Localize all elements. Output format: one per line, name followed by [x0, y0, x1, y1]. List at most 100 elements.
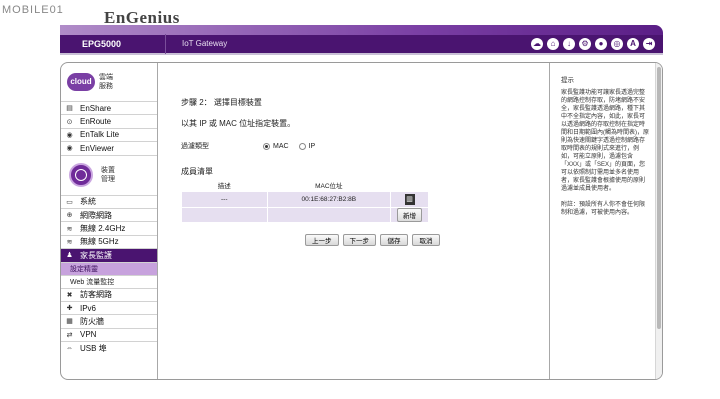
device-management-label: 裝置管理 — [101, 167, 115, 184]
column-header-action — [390, 177, 429, 192]
content-panel: 步驟 2： 選擇目標裝置 以其 IP 或 MAC 位址指定裝置。 過濾類型 MA… — [159, 63, 549, 379]
document-icon: ▤ — [66, 105, 73, 113]
ipv6-icon: ✚ — [66, 305, 73, 313]
sidebar-item-wireless-5[interactable]: ≋ 無線 5GHz — [61, 234, 157, 248]
step-title: 步驟 2： 選擇目標裝置 — [181, 98, 262, 107]
sidebar-item-guest-network[interactable]: ✖ 訪客網路 — [61, 287, 157, 301]
next-button[interactable]: 下一步 — [342, 234, 376, 246]
sidebar-item-system[interactable]: ▭ 系統 — [61, 194, 157, 208]
talk-icon: ◉ — [66, 131, 73, 139]
main-frame: cloud 雲端服務 ▤ EnShare ⊙ EnRoute ◉ EnTalk Lit… — [60, 62, 663, 380]
sidebar-item-usb[interactable]: ⇔ USB 埠 — [61, 341, 157, 354]
mac-radio-label: MAC — [273, 142, 289, 150]
sidebar-item-label: 防火牆 — [80, 316, 104, 326]
sidebar-item-enshare[interactable]: ▤ EnShare — [61, 101, 157, 114]
product-name: IoT Gateway — [165, 34, 531, 54]
help-body: 家長監護功能可讓家長透過完整的網路控制存取，防堵網路不安全，家長監護透過網路，種… — [561, 90, 649, 192]
sidebar-item-label: USB 埠 — [80, 343, 107, 353]
sidebar-item-ipv6[interactable]: ✚ IPv6 — [61, 300, 157, 314]
vpn-icon: ⇄ — [66, 331, 73, 339]
model-name: EPG5000 — [82, 39, 122, 49]
family-icon: ♟ — [66, 252, 73, 260]
help-title: 提示 — [561, 77, 574, 84]
globe-icon: ⊕ — [66, 212, 73, 220]
sidebar-item-label: EnViewer — [80, 143, 115, 153]
camera-icon: ◉ — [66, 145, 73, 153]
add-cell: 新增 — [390, 207, 429, 223]
table-row-new: 新增 — [181, 207, 429, 223]
filter-ip-option[interactable]: IP — [298, 142, 316, 150]
help-note: 附註：預設所有人你不會任何限制和過濾，可被使用內容。 — [561, 202, 646, 216]
user-icon[interactable]: ● — [595, 38, 607, 50]
monitor-icon: ▭ — [66, 198, 73, 206]
sidebar-item-firewall[interactable]: ▦ 防火牆 — [61, 314, 157, 327]
wifi-icon: ≋ — [66, 238, 73, 246]
sidebar-item-label: 無線 5GHz — [80, 237, 119, 247]
wifi-icon: ≋ — [66, 225, 73, 233]
step-subtitle: 以其 IP 或 MAC 位址指定裝置。 — [181, 119, 296, 128]
filter-mac-option[interactable]: MAC — [263, 142, 289, 150]
home-icon[interactable]: ⌂ — [547, 38, 559, 50]
logout-icon[interactable]: ⇥ — [643, 38, 655, 50]
device-management-group: 裝置管理 — [61, 154, 157, 195]
table-row: --- 00:1E:68:27:B2:8B ▥ — [181, 191, 429, 208]
sidebar-item-enroute[interactable]: ⊙ EnRoute — [61, 114, 157, 127]
top-navbar: EPG5000 IoT Gateway ☁ ⌂ ↓ ⚙ ● ◎ A ⇥ — [60, 34, 663, 55]
scrollbar-thumb[interactable] — [657, 67, 661, 329]
sidebar-item-label: EnRoute — [80, 117, 112, 127]
add-button[interactable]: 新增 — [397, 208, 423, 222]
sidebar-item-label: EnShare — [80, 103, 112, 113]
members-list-title: 成員清單 — [181, 167, 213, 176]
save-button[interactable]: 儲存 — [380, 234, 408, 246]
row-description: --- — [181, 191, 268, 208]
sidebar-item-entalk-lite[interactable]: ◉ EnTalk Lite — [61, 127, 157, 141]
sidebar-item-label: 訪客網路 — [80, 290, 112, 300]
new-description-cell[interactable] — [181, 207, 268, 223]
column-header-description: 描述 — [181, 177, 268, 192]
sidebar-subitem-web-traffic[interactable]: Web 流量監控 — [61, 274, 157, 288]
sidebar-item-label: 家長監護 — [80, 250, 112, 260]
cloud-download-icon[interactable]: ☁ — [531, 38, 543, 50]
download-icon[interactable]: ↓ — [563, 38, 575, 50]
members-table: 描述 MAC位址 --- 00:1E:68:27:B2:8B ▥ 新增 — [181, 177, 429, 223]
tools-icon: ✖ — [66, 291, 73, 299]
sidebar-item-label: 無線 2.4GHz — [80, 224, 126, 234]
sidebar-item-label: 系統 — [80, 197, 96, 207]
filter-type-row: 過濾類型 MAC IP — [181, 141, 325, 151]
globe-icon[interactable]: ◎ — [611, 38, 623, 50]
sidebar: cloud 雲端服務 ▤ EnShare ⊙ EnRoute ◉ EnTalk Lit… — [61, 63, 158, 379]
cloud-services-label: 雲端服務 — [99, 74, 113, 90]
sidebar-item-label: 網際網路 — [80, 210, 112, 220]
cloud-logo: cloud — [67, 73, 95, 91]
column-header-mac: MAC位址 — [266, 177, 392, 192]
ip-radio[interactable] — [298, 142, 306, 150]
trash-icon[interactable]: ▥ — [404, 194, 415, 205]
watermark: MOBILE01 — [2, 4, 64, 16]
sidebar-item-label: IPv6 — [80, 303, 97, 313]
sidebar-item-wireless-24[interactable]: ≋ 無線 2.4GHz — [61, 221, 157, 234]
sidebar-item-enviewer[interactable]: ◉ EnViewer — [61, 141, 157, 154]
ip-radio-label: IP — [308, 142, 316, 150]
cancel-button[interactable]: 取消 — [412, 234, 440, 246]
filter-type-label: 過濾類型 — [181, 143, 209, 150]
sidebar-item-internet[interactable]: ⊕ 網際網路 — [61, 207, 157, 221]
sidebar-item-label: VPN — [80, 330, 97, 340]
gear-icon[interactable]: ⚙ — [579, 38, 591, 50]
sidebar-subitem-setup-wizard[interactable]: 設定精靈 — [61, 261, 157, 275]
scrollbar[interactable] — [655, 63, 662, 379]
sidebar-item-label: EnTalk Lite — [80, 130, 120, 140]
prev-button[interactable]: 上一步 — [305, 234, 339, 246]
cloud-services-group: cloud 雲端服務 — [61, 63, 157, 101]
help-panel: 提示 家長監護功能可讓家長透過完整的網路控制存取，防堵網路不安全，家長監護透過網… — [549, 63, 655, 379]
firewall-icon: ▦ — [66, 318, 73, 326]
row-action: ▥ — [390, 191, 429, 208]
mac-radio[interactable] — [263, 142, 270, 150]
usb-icon: ⇔ — [66, 344, 73, 352]
sidebar-item-parental-control[interactable]: ♟ 家長監護 — [61, 248, 157, 262]
toolbar-icons: ☁ ⌂ ↓ ⚙ ● ◎ A ⇥ — [531, 38, 663, 50]
account-icon[interactable]: A — [627, 38, 639, 50]
location-icon: ⊙ — [66, 118, 73, 126]
row-mac: 00:1E:68:27:B2:8B — [266, 191, 392, 208]
new-mac-cell[interactable] — [266, 207, 392, 223]
sidebar-item-vpn[interactable]: ⇄ VPN — [61, 327, 157, 341]
